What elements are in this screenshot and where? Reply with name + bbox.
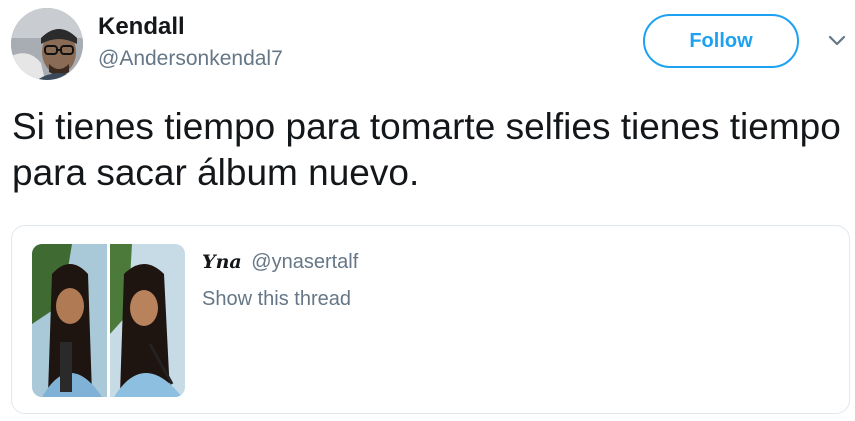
quoted-tweet-media[interactable] — [32, 244, 185, 397]
avatar-photo — [11, 8, 83, 80]
author-handle[interactable]: @Andersonkendal7 — [98, 46, 283, 72]
quoted-author-name: Yna — [202, 251, 242, 273]
follow-button-label: Follow — [689, 29, 753, 52]
quoted-tweet-photo — [32, 244, 185, 397]
avatar[interactable] — [11, 8, 83, 80]
quoted-tweet-card[interactable]: Yna @ynasertalf Show this thread — [11, 225, 850, 414]
chevron-down-icon[interactable] — [826, 30, 848, 52]
author-name[interactable]: Kendall — [98, 12, 185, 42]
tweet-text: Si tienes tiempo para tomarte selfies ti… — [12, 106, 841, 193]
follow-button[interactable]: Follow — [643, 14, 799, 68]
quoted-tweet-user[interactable]: Yna @ynasertalf — [202, 250, 358, 274]
show-thread-link[interactable]: Show this thread — [202, 287, 351, 311]
quoted-author-handle: @ynasertalf — [251, 251, 359, 273]
